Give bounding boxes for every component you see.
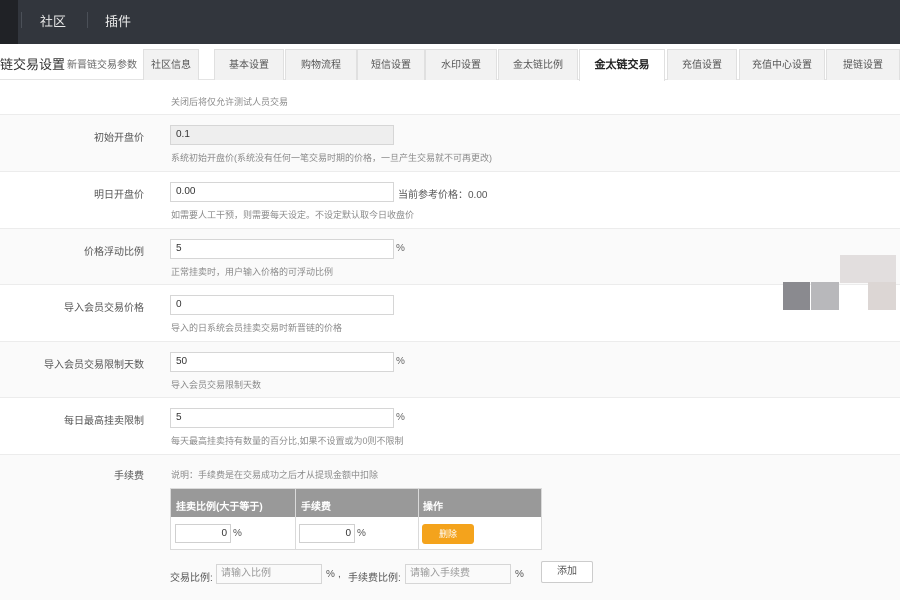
form-row-import-price: 导入会员交易价格 0 导入的日系统会员挂卖交易时新晋链的价格: [0, 285, 900, 342]
column-header-fee: 手续费: [301, 502, 331, 513]
field-label: 价格浮动比例: [84, 247, 144, 258]
import-days-input[interactable]: 50: [170, 352, 394, 372]
form-row-import-days: 导入会员交易限制天数 50 % 导入会员交易限制天数: [0, 342, 900, 398]
fee-ratio-input[interactable]: 请输入手续费: [405, 564, 511, 584]
percent-suffix: %: [396, 356, 405, 367]
add-button[interactable]: 添加: [541, 561, 593, 583]
form-row-tomorrow-price: 明日开盘价 0.00 当前参考价格：0.00 如需要人工干预，则需要每天设定。不…: [0, 172, 900, 229]
field-label: 导入会员交易价格: [64, 303, 144, 314]
percent-suffix: %: [326, 569, 335, 580]
reference-price-text: 当前参考价格：0.00: [398, 190, 488, 201]
nav-plugins[interactable]: 插件: [105, 11, 131, 30]
percent-suffix: %: [396, 243, 405, 254]
field-label: 明日开盘价: [94, 190, 144, 201]
float-ratio-input[interactable]: 5: [170, 239, 394, 259]
fee-ratio-label: 手续费比例:: [348, 573, 401, 584]
tab-shopping-flow[interactable]: 购物流程: [285, 49, 357, 80]
delete-button[interactable]: 删除: [422, 524, 474, 544]
nav-community[interactable]: 社区: [40, 11, 66, 30]
table-row: 0 % 0 % 删除: [171, 517, 541, 549]
open-price-input[interactable]: 0.1: [170, 125, 394, 145]
settings-header: 链交易设置 新晋链交易参数 社区信息 基本设置 购物流程 短信设置 水印设置 金…: [0, 44, 900, 81]
trade-ratio-input[interactable]: 请输入比例: [216, 564, 322, 584]
percent-suffix: %: [233, 528, 242, 539]
tab-recharge-center-settings[interactable]: 充值中心设置: [739, 49, 825, 80]
logo[interactable]: [0, 0, 18, 44]
fee-value-cell-input[interactable]: 0: [299, 524, 355, 543]
blurred-image-block: [811, 282, 839, 310]
column-header-action: 操作: [423, 502, 443, 513]
form-row-open-price: 初始开盘价 0.1 系统初始开盘价(系统没有任何一笔交易时期的价格，一旦产生交易…: [0, 115, 900, 172]
fee-note: 说明：手续费是在交易成功之后才从提现金额中扣除: [171, 470, 379, 480]
field-label: 每日最高挂卖限制: [64, 416, 144, 427]
field-hint: 关闭后将仅允许测试人员交易: [171, 97, 289, 107]
import-price-input[interactable]: 0: [170, 295, 394, 315]
field-label: 手续费: [114, 471, 144, 482]
nav-divider: [21, 12, 22, 28]
field-hint: 每天最高挂卖持有数量的百分比,如果不设置或为0则不限制: [171, 436, 404, 446]
field-hint: 如需要人工干预，则需要每天设定。不设定默认取今日收盘价: [171, 210, 415, 220]
tomorrow-price-input[interactable]: 0.00: [170, 182, 394, 202]
field-hint: 正常挂卖时，用户输入价格的可浮动比例: [171, 267, 334, 277]
blurred-image-block: [868, 282, 896, 310]
tab-chain-ratio[interactable]: 金太链比例: [498, 49, 578, 80]
fee-ratio-cell-input[interactable]: 0: [175, 524, 231, 543]
fee-add-row: 交易比例: 请输入比例 % , 手续费比例: 请输入手续费 % 添加: [0, 561, 900, 593]
nav-divider: [87, 12, 88, 28]
percent-suffix: %: [357, 528, 366, 539]
field-hint: 系统初始开盘价(系统没有任何一笔交易时期的价格，一旦产生交易就不可再更改): [171, 153, 492, 163]
percent-suffix: %: [515, 569, 524, 580]
tab-sms-settings[interactable]: 短信设置: [357, 49, 425, 80]
comma-separator: ,: [338, 569, 341, 580]
top-navbar: 社区 插件: [0, 0, 900, 44]
page-title: 链交易设置: [0, 57, 66, 72]
blurred-image-block: [783, 282, 810, 310]
tab-recharge-settings[interactable]: 充值设置: [667, 49, 737, 80]
form-row-daily-limit: 每日最高挂卖限制 5 % 每天最高挂卖持有数量的百分比,如果不设置或为0则不限制: [0, 398, 900, 455]
trade-ratio-label: 交易比例:: [170, 573, 213, 584]
fee-table: 挂卖比例(大于等于) 手续费 操作 0 % 0 % 删除: [170, 488, 542, 550]
settings-form: 关闭后将仅允许测试人员交易 初始开盘价 0.1 系统初始开盘价(系统没有任何一笔…: [0, 80, 900, 600]
page-subtitle: 新晋链交易参数: [67, 60, 137, 71]
percent-suffix: %: [396, 412, 405, 423]
fee-table-header: 挂卖比例(大于等于) 手续费 操作: [171, 489, 541, 517]
field-label: 初始开盘价: [94, 133, 144, 144]
tab-withdraw-settings[interactable]: 提链设置: [826, 49, 900, 80]
field-hint: 导入的日系统会员挂卖交易时新晋链的价格: [171, 323, 343, 333]
tab-community-info[interactable]: 社区信息: [143, 49, 199, 80]
field-label: 导入会员交易限制天数: [44, 360, 144, 371]
field-hint: 导入会员交易限制天数: [171, 380, 262, 390]
blurred-image-block: [840, 255, 896, 283]
tab-chain-trading[interactable]: 金太链交易: [579, 49, 665, 81]
form-row-trade-switch: 关闭后将仅允许测试人员交易: [0, 80, 900, 115]
daily-limit-input[interactable]: 5: [170, 408, 394, 428]
form-row-float-ratio: 价格浮动比例 5 % 正常挂卖时，用户输入价格的可浮动比例: [0, 229, 900, 285]
form-row-fee: 手续费 说明：手续费是在交易成功之后才从提现金额中扣除 挂卖比例(大于等于) 手…: [0, 455, 900, 600]
tab-basic-settings[interactable]: 基本设置: [214, 49, 284, 80]
tab-watermark-settings[interactable]: 水印设置: [425, 49, 497, 80]
column-header-ratio: 挂卖比例(大于等于): [176, 502, 263, 513]
